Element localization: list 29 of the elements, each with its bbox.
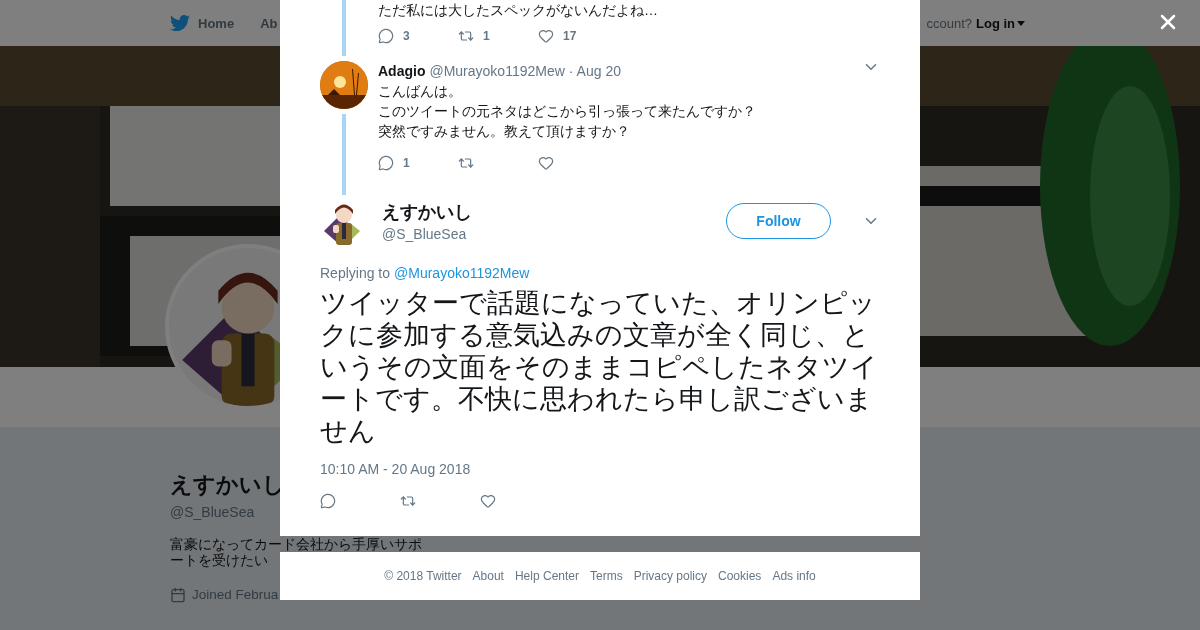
footer-link[interactable]: © 2018 Twitter: [384, 569, 462, 583]
account-prompt: ccount?: [926, 15, 972, 31]
footer-link[interactable]: About: [472, 569, 504, 583]
caret-icon: [1017, 20, 1025, 26]
reply-button[interactable]: 3: [378, 28, 458, 44]
retweet-icon: [458, 28, 474, 44]
footer-link[interactable]: Ads info: [772, 569, 816, 583]
footer-link[interactable]: Help Center: [514, 569, 579, 583]
profile-name: えすかいし: [170, 471, 285, 499]
joined-date: Joined Februa: [192, 586, 279, 604]
nav-link[interactable]: Ab: [260, 15, 278, 31]
tweet-timestamp: 10:10 AM - 20 Aug 2018: [320, 461, 472, 477]
nav-link[interactable]: Home: [170, 13, 235, 33]
profile-bio: 富豪になってカード会社から手厚いサポートを受けたい: [170, 536, 423, 568]
like-button[interactable]: 17: [538, 28, 618, 44]
profile-handle: @S_BlueSea: [170, 503, 255, 521]
speech-bubble-icon: [320, 493, 336, 509]
heart-icon: [480, 493, 496, 509]
speech-bubble-icon: [378, 28, 394, 44]
login-link[interactable]: Log in: [976, 15, 1025, 31]
footer-link[interactable]: Cookies: [718, 569, 762, 583]
calendar-icon: [170, 587, 186, 603]
footer-link[interactable]: Terms: [590, 569, 623, 583]
retweet-button[interactable]: 1: [458, 28, 538, 44]
heart-icon: [538, 28, 554, 44]
tweet-text: ただ私には大したスペックがないんだよね…: [378, 1, 659, 20]
bird-icon: [170, 13, 190, 33]
footer-link[interactable]: Privacy policy: [633, 569, 707, 583]
retweet-icon: [400, 493, 416, 509]
